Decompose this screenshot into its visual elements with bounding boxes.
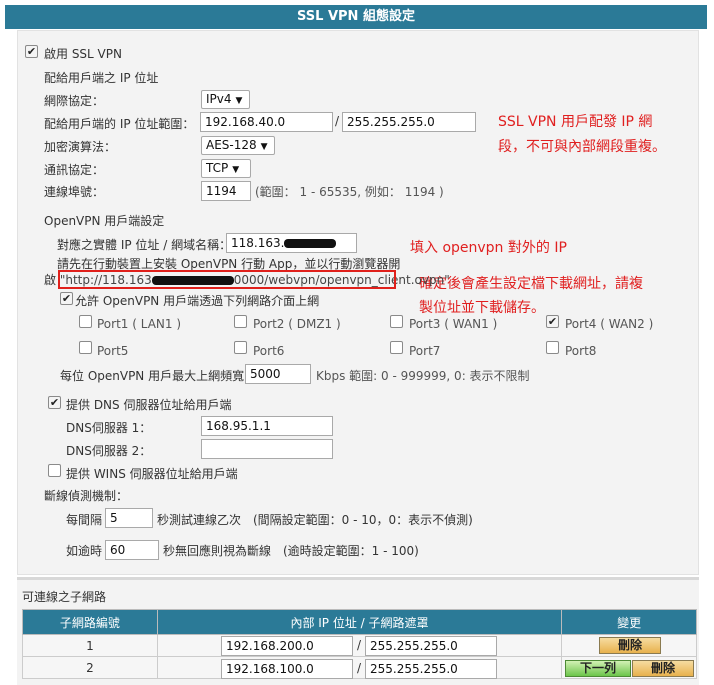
interval-suffix: 秒測試連線乙次 (間隔設定範圍：0 - 10，0：表示不偵測)	[157, 513, 473, 527]
bandwidth-hint: Kbps 範圍: 0 - 999999, 0: 表示不限制	[316, 369, 530, 383]
enable-ssl-vpn-label: 啟用 SSL VPN	[44, 47, 122, 61]
subnet-section-title: 可連線之子網路	[22, 590, 107, 604]
port1-checkbox[interactable]	[79, 315, 92, 328]
allow-interface-checkbox[interactable]: ✔	[60, 292, 73, 305]
col-ip-mask: 內部 IP 位址 / 子網路遮罩	[156, 609, 563, 635]
ip-range-separator: /	[335, 114, 340, 128]
port5-checkbox[interactable]	[79, 341, 92, 354]
subnet1-mask-input[interactable]: 255.255.255.0	[365, 636, 497, 656]
interval-input[interactable]: 5	[105, 508, 153, 528]
port-label: 連線埠號：	[44, 185, 105, 199]
subnet-number: 2	[22, 656, 158, 679]
openvpn-host-label: 對應之實體 IP 位址 / 網域名稱：	[57, 238, 232, 252]
port8-label: Port8	[565, 344, 597, 358]
port2-label: Port2 ( DMZ1 )	[253, 317, 341, 331]
dns1-input[interactable]: 168.95.1.1	[201, 416, 333, 436]
port6-checkbox[interactable]	[234, 341, 247, 354]
encryption-label: 加密演算法：	[44, 140, 117, 154]
subnet1-separator: /	[357, 638, 362, 652]
port7-checkbox[interactable]	[390, 341, 403, 354]
allow-interface-label: 允許 OpenVPN 用戶端透過下列網路介面上網	[75, 294, 320, 308]
transport-value: TCP	[206, 161, 229, 175]
port-hint: (範圍： 1 - 65535, 例如： 1194 )	[255, 185, 444, 199]
chevron-down-icon: ▼	[260, 142, 268, 152]
transport-select[interactable]: TCP ▼	[201, 159, 251, 178]
port1-label: Port1 ( LAN1 )	[97, 317, 182, 331]
dns-checkbox[interactable]: ✔	[48, 396, 61, 409]
port8-checkbox[interactable]	[546, 341, 559, 354]
delete-button[interactable]: 刪除	[599, 637, 661, 654]
download-note-line2: 製位址並下載儲存。	[419, 300, 545, 316]
client-ip-section-title: 配給用戶端之 IP 位址	[44, 71, 159, 85]
timeout-input[interactable]: 60	[105, 540, 159, 560]
port3-label: Port3 ( WAN1 )	[409, 317, 498, 331]
subnet-table-header: 子網路編號 內部 IP 位址 / 子網路遮罩 變更	[22, 609, 697, 635]
bandwidth-input[interactable]: 5000	[245, 364, 311, 384]
port4-label: Port4 ( WAN2 )	[565, 317, 654, 331]
ip-pool-note-line2: 段，不可與內部網段重複。	[498, 139, 666, 155]
redacted-mark	[284, 239, 337, 248]
port2-checkbox[interactable]	[234, 315, 247, 328]
subnet-number: 1	[22, 634, 158, 657]
dns2-input[interactable]	[201, 439, 333, 459]
openvpn-host-input[interactable]: 118.163.	[226, 233, 357, 253]
url-highlight-box	[58, 270, 396, 289]
openvpn-ip-note: 填入 openvpn 對外的 IP	[410, 240, 567, 256]
port5-label: Port5	[97, 344, 129, 358]
delete-button[interactable]: 刪除	[632, 660, 694, 677]
ip-pool-note-line1: SSL VPN 用戶配發 IP 網	[498, 114, 653, 130]
timeout-suffix: 秒無回應則視為斷線 (逾時設定範圍：1 - 100)	[163, 544, 419, 558]
timeout-prefix: 如逾時	[66, 544, 103, 558]
dns2-label: DNS伺服器 2：	[66, 444, 152, 458]
ip-range-label: 配給用戶端的 IP 位址範圍：	[44, 117, 195, 131]
wins-label: 提供 WINS 伺服器位址給用戶端	[66, 467, 238, 481]
enable-ssl-vpn-checkbox[interactable]: ✔	[25, 45, 38, 58]
openvpn-host-value: 118.163.	[231, 236, 285, 250]
subnet1-ip-input[interactable]: 192.168.200.0	[221, 636, 353, 656]
encryption-value: AES-128	[206, 138, 257, 152]
bandwidth-label: 每位 OpenVPN 用戶最大上網頻寬：	[60, 369, 257, 383]
dns1-label: DNS伺服器 1：	[66, 421, 152, 435]
port4-checkbox[interactable]: ✔	[546, 315, 559, 328]
page-title: SSL VPN 組態設定	[5, 5, 707, 29]
download-note-line1: 確定後會產生設定檔下載網址，請複	[419, 276, 643, 292]
port6-label: Port6	[253, 344, 285, 358]
disconnect-section-title: 斷線偵測機制：	[44, 489, 129, 503]
port3-checkbox[interactable]	[390, 315, 403, 328]
chevron-down-icon: ▼	[235, 96, 243, 106]
wins-checkbox[interactable]	[48, 464, 61, 477]
ip-range-mask-input[interactable]: 255.255.255.0	[342, 112, 476, 132]
subnet2-mask-input[interactable]: 255.255.255.0	[365, 659, 497, 679]
port7-label: Port7	[409, 344, 441, 358]
protocol-label: 網際協定：	[44, 94, 105, 108]
dns-label: 提供 DNS 伺服器位址給用戶端	[66, 398, 232, 412]
next-row-button[interactable]: 下一列	[565, 660, 631, 677]
chevron-down-icon: ▼	[232, 165, 240, 175]
port-input[interactable]: 1194	[201, 181, 251, 201]
protocol-select[interactable]: IPv4 ▼	[201, 90, 250, 109]
subnet2-ip-input[interactable]: 192.168.100.0	[221, 659, 353, 679]
encryption-select[interactable]: AES-128 ▼	[201, 136, 275, 155]
interval-prefix: 每間隔	[66, 513, 103, 527]
transport-label: 通訊協定：	[44, 163, 105, 177]
col-subnet-number: 子網路編號	[22, 609, 158, 635]
col-change: 變更	[561, 609, 697, 635]
openvpn-section-title: OpenVPN 用戶端設定	[44, 214, 165, 228]
subnet2-separator: /	[357, 661, 362, 675]
ip-range-start-input[interactable]: 192.168.40.0	[200, 112, 333, 132]
protocol-value: IPv4	[206, 92, 232, 106]
